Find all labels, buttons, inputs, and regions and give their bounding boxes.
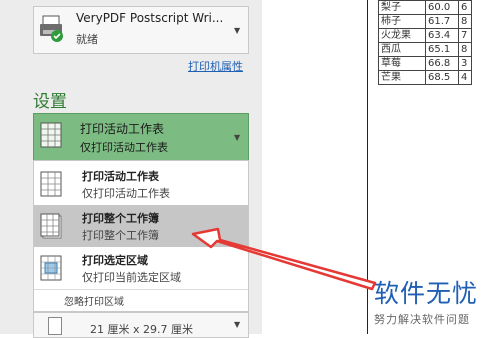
watermark: 软件无忧 努力解决软件问题 [374, 274, 478, 327]
watermark-subtitle: 努力解决软件问题 [374, 313, 470, 326]
watermark-title: 软件无忧 [374, 279, 479, 308]
